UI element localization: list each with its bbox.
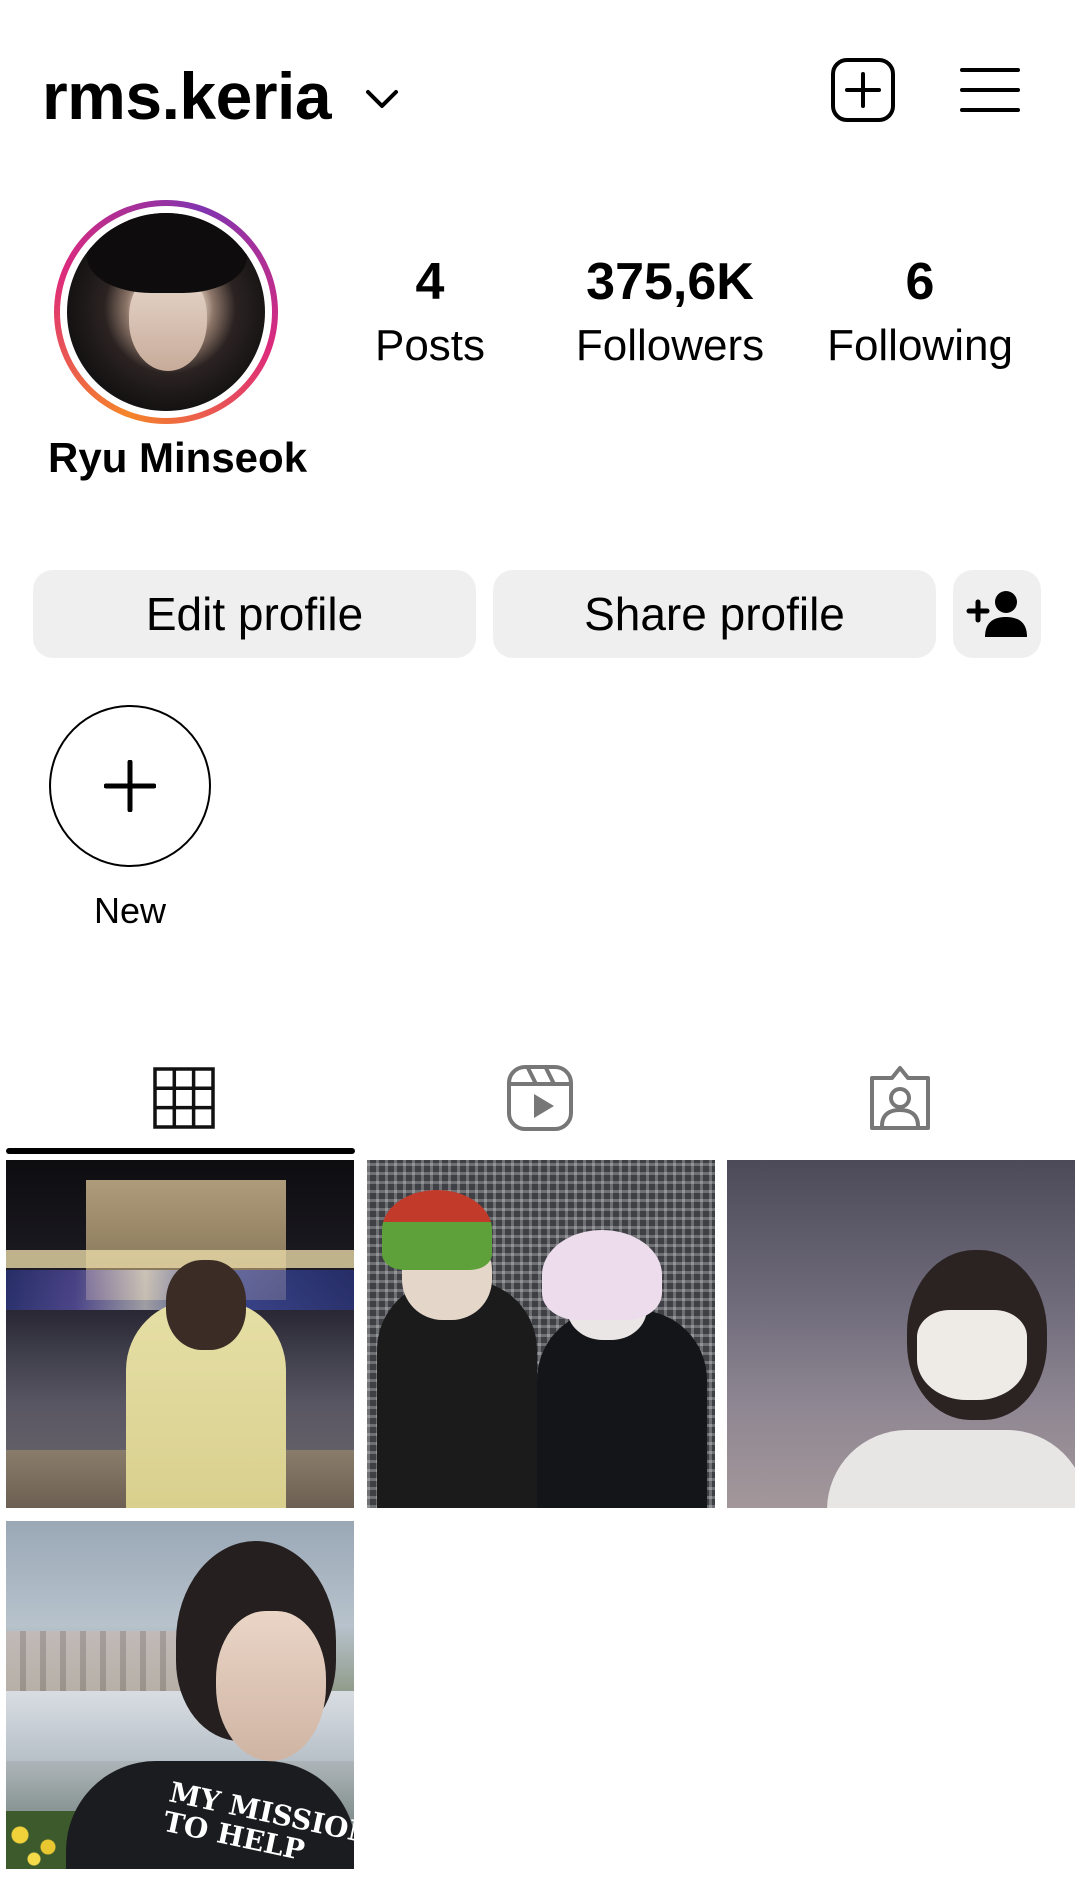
stat-following-count: 6 — [905, 253, 935, 311]
stat-followers-label: Followers — [575, 321, 765, 370]
add-person-icon[interactable] — [966, 589, 1028, 639]
highlight-new[interactable]: New — [47, 705, 213, 933]
stat-following-label: Following — [827, 321, 1013, 370]
discover-people-button[interactable] — [953, 570, 1041, 658]
highlight-new-label: New — [93, 890, 167, 931]
post-thumbnail-3[interactable] — [727, 1160, 1075, 1508]
active-tab-indicator — [6, 1148, 355, 1154]
tab-posts-grid[interactable] — [6, 1040, 362, 1156]
account-switcher[interactable]: rms.keria — [42, 58, 399, 134]
grid-icon — [153, 1067, 215, 1129]
avatar-photo — [67, 213, 265, 411]
post-thumbnail-1[interactable] — [6, 1160, 354, 1508]
tagged-icon — [870, 1066, 930, 1130]
post-thumbnail-2[interactable] — [367, 1160, 715, 1508]
username[interactable]: rms.keria — [42, 58, 332, 134]
profile-header: rms.keria — [0, 0, 1080, 180]
tab-tagged[interactable] — [722, 1040, 1078, 1156]
stat-posts-count: 4 — [415, 253, 445, 311]
share-profile-button[interactable]: Share profile — [493, 570, 936, 658]
reels-icon — [507, 1065, 573, 1131]
display-name: Ryu Minseok — [48, 434, 308, 481]
avatar-ring-gap — [60, 206, 272, 418]
stat-posts-label: Posts — [374, 321, 486, 370]
stat-posts[interactable]: 4 Posts — [340, 252, 520, 374]
tab-reels[interactable] — [362, 1040, 718, 1156]
stat-followers[interactable]: 375,6K Followers — [555, 252, 785, 374]
chevron-down-icon[interactable] — [365, 88, 399, 110]
highlight-new-circle[interactable] — [49, 705, 211, 867]
edit-profile-button[interactable]: Edit profile — [33, 570, 476, 658]
new-post-button[interactable] — [828, 55, 898, 125]
profile-tabs — [0, 1040, 1080, 1156]
plus-icon — [104, 760, 156, 812]
menu-button[interactable] — [955, 55, 1025, 125]
hamburger-menu-icon[interactable] — [960, 65, 1020, 115]
stat-following[interactable]: 6 Following — [810, 252, 1030, 374]
profile-avatar[interactable] — [54, 200, 278, 424]
stat-followers-count: 375,6K — [586, 253, 754, 311]
post-thumbnail-4[interactable]: MY MISSION IS TO HELP — [6, 1521, 354, 1869]
add-square-icon[interactable] — [830, 57, 896, 123]
